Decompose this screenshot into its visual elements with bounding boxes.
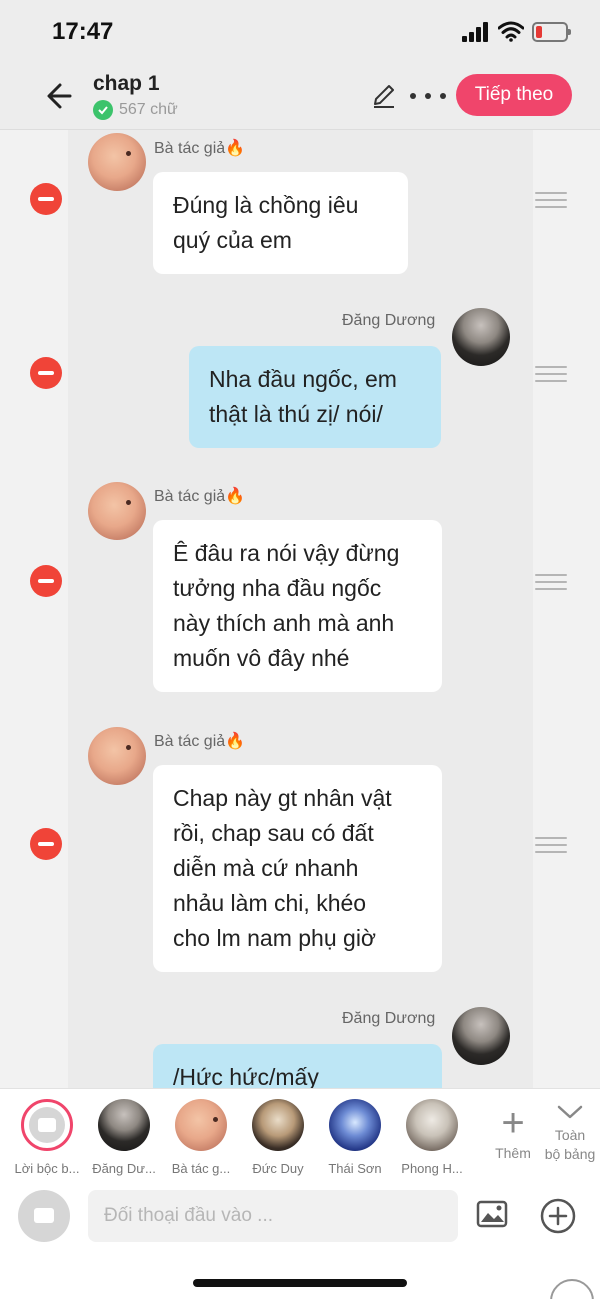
add-character-button[interactable]: + Thêm [490,1101,536,1161]
drag-handle-icon[interactable] [535,192,567,208]
scroll-up-button[interactable] [550,1279,594,1299]
character-label: Lời bộc b... [14,1161,80,1176]
message-line: Nha đầu ngốc, em [209,366,397,392]
home-indicator [193,1279,407,1287]
speaker-name: Bà tác giả🔥 [154,140,246,157]
avatar[interactable] [88,727,146,785]
avatar [252,1099,304,1151]
chapter-title: chap 1 [93,72,160,95]
add-character-label: Thêm [495,1145,531,1161]
avatar [329,1099,381,1151]
full-board-button[interactable]: Toàn bộ bảng [540,1103,600,1164]
character-dang-duong[interactable]: Đăng Dư... [89,1099,159,1176]
message-line: Đúng là chồng iêu [173,192,359,218]
avatar [406,1099,458,1151]
character-ba-tac-gia[interactable]: Bà tác g... [166,1099,236,1176]
chevron-down-icon [557,1105,583,1119]
full-board-label-1: Toàn [554,1127,586,1143]
composer-bar [0,1180,600,1299]
drag-handle-icon[interactable] [535,574,567,590]
check-icon [93,100,113,120]
status-time: 17:47 [52,18,114,45]
character-strip: Lời bộc b... Đăng Dư... Bà tác g... Đức … [0,1088,600,1180]
back-arrow-icon[interactable] [40,78,80,114]
avatar [175,1099,227,1151]
speaker-name: Đăng Dương [342,1010,436,1027]
drag-handle-icon[interactable] [535,837,567,853]
plus-icon: + [501,1101,525,1145]
message-line: diễn mà cứ nhanh [173,855,359,881]
narration-toggle-button[interactable] [18,1190,70,1242]
remove-message-button[interactable] [30,565,62,597]
word-count-label: 567 chữ [119,101,178,118]
word-count: 567 chữ [93,100,178,120]
message-line: tưởng nha đầu ngốc [173,575,382,601]
message-bubble[interactable]: Ê đâu ra nói vậy đừng tưởng nha đầu ngốc… [153,520,442,692]
speaker-name: Bà tác giả🔥 [154,488,246,505]
message-line: quý của em [173,227,292,253]
speaker-name: Đăng Dương [342,312,436,329]
narration-icon [21,1099,73,1151]
message-line: Ê đâu ra nói vậy đừng [173,540,400,566]
message-line: muốn vô đây nhé [173,645,350,671]
chat-area[interactable]: Bà tác giả🔥 Đúng là chồng iêu quý của em… [0,130,600,1088]
chapter-header: chap 1 567 chữ Tiếp theo [0,64,600,130]
character-duc-duy[interactable]: Đức Duy [243,1099,313,1176]
character-label: Đức Duy [252,1161,304,1176]
next-chapter-button[interactable]: Tiếp theo [456,74,572,116]
message-line: nhảu làm chi, khéo [173,890,367,916]
avatar[interactable] [88,133,146,191]
message-bubble[interactable]: Chap này gt nhân vật rồi, chap sau có đấ… [153,765,442,972]
remove-message-button[interactable] [30,828,62,860]
character-label: Đăng Dư... [92,1161,156,1176]
dialogue-input[interactable] [88,1190,458,1242]
message-line: rồi, chap sau có đất [173,820,374,846]
avatar[interactable] [452,1007,510,1065]
character-narration[interactable]: Lời bộc b... [12,1099,82,1176]
message-line: này thích anh mà anh [173,610,395,636]
character-phong[interactable]: Phong H... [397,1099,467,1176]
more-options-icon[interactable] [410,82,446,110]
avatar[interactable] [88,482,146,540]
pencil-icon[interactable] [370,82,398,110]
full-board-label-2: bộ bảng [544,1146,596,1162]
character-label: Bà tác g... [171,1161,231,1176]
message-bubble[interactable]: Nha đầu ngốc, em thật là thú zị/ nói/ [189,346,441,448]
character-thai-son[interactable]: Thái Sơn [320,1099,390,1176]
avatar [98,1099,150,1151]
message-line: Chap này gt nhân vật [173,785,392,811]
cellular-signal-icon [462,22,488,42]
character-label: Thái Sơn [328,1161,382,1176]
remove-message-button[interactable] [30,357,62,389]
avatar[interactable] [452,308,510,366]
battery-icon [532,22,571,42]
message-line: cho lm nam phụ giờ [173,925,377,951]
drag-handle-icon[interactable] [535,366,567,382]
message-bubble[interactable]: Đúng là chồng iêu quý của em [153,172,408,274]
status-bar: 17:47 [0,0,600,64]
message-line: /Hức hức/mấy [173,1064,319,1088]
remove-message-button[interactable] [30,183,62,215]
add-circle-icon[interactable] [540,1198,576,1234]
message-bubble[interactable]: /Hức hức/mấy [153,1044,442,1088]
character-label: Phong H... [401,1161,463,1176]
speaker-name: Bà tác giả🔥 [154,733,246,750]
message-line: thật là thú zị/ nói/ [209,401,383,427]
image-icon[interactable] [476,1200,508,1228]
wifi-icon [498,21,524,42]
